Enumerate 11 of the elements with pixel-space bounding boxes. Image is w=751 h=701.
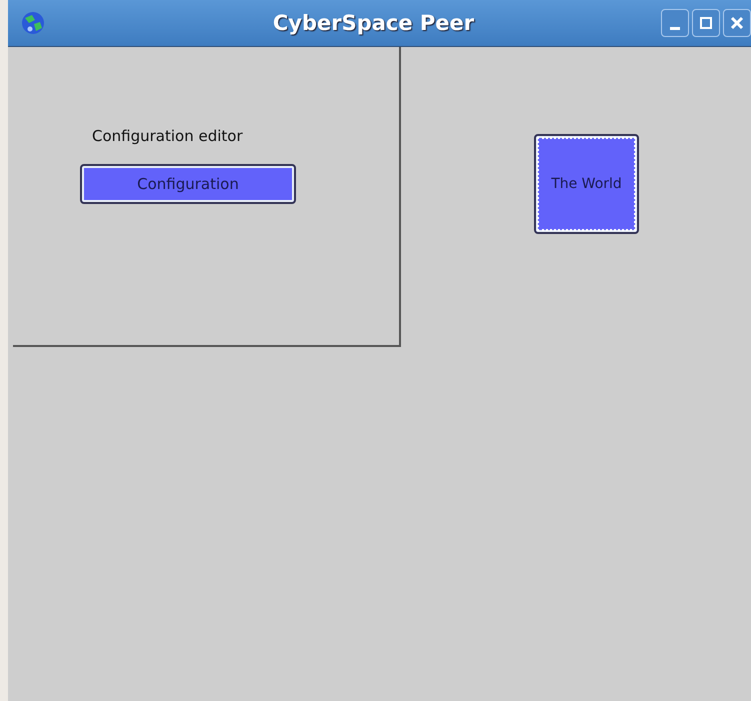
minimize-icon <box>670 26 680 30</box>
globe-icon <box>20 10 46 36</box>
configuration-button[interactable]: Configuration <box>80 164 296 204</box>
maximize-button[interactable] <box>692 9 720 37</box>
window-title: CyberSpace Peer <box>272 11 476 35</box>
close-icon <box>730 16 744 30</box>
world-button[interactable]: The World <box>534 134 639 234</box>
config-label: Configuration editor <box>92 127 243 145</box>
maximize-icon <box>699 16 713 30</box>
minimize-button[interactable] <box>661 9 689 37</box>
close-button[interactable] <box>723 9 751 37</box>
